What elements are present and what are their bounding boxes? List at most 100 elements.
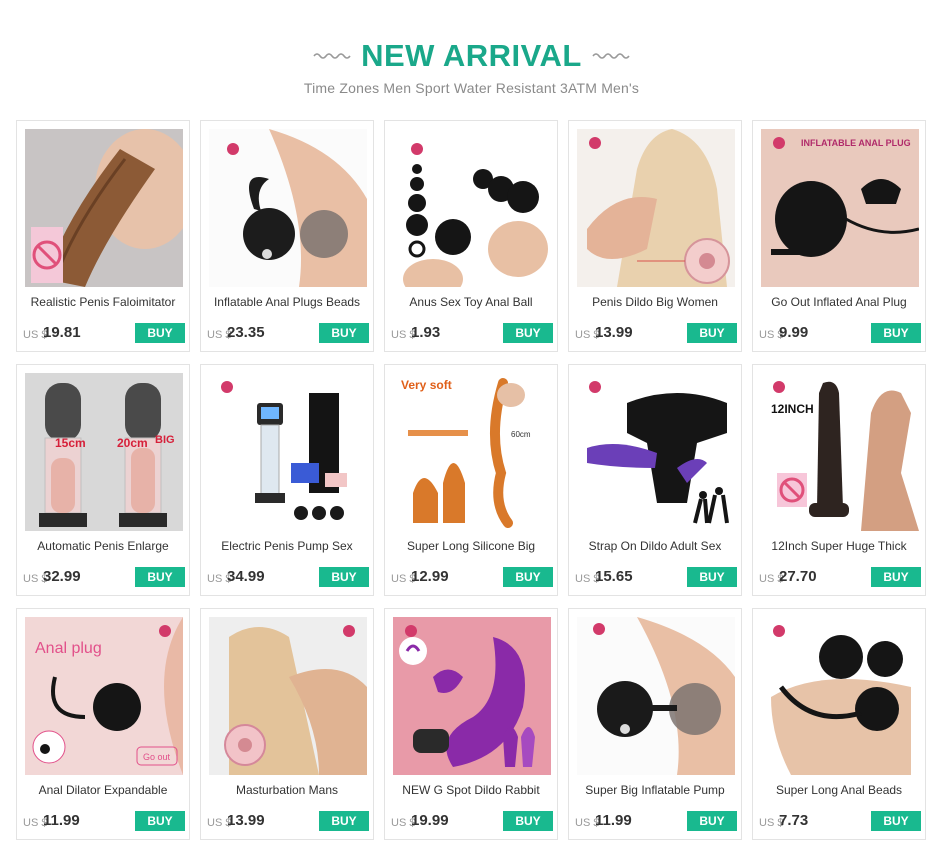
price-row: US $ 19.81 BUY bbox=[23, 323, 185, 343]
price-amount: 13.99 bbox=[595, 324, 633, 341]
product-card[interactable]: Realistic Penis Faloimitator US $ 19.81 … bbox=[16, 120, 190, 352]
product-image[interactable] bbox=[393, 129, 551, 287]
image-caption: Very soft bbox=[401, 378, 452, 392]
price-row: US $ 15.65 BUY bbox=[575, 567, 737, 587]
product-name[interactable]: Realistic Penis Faloimitator bbox=[21, 295, 185, 309]
wave-ornament-right-icon bbox=[592, 53, 630, 59]
product-image[interactable] bbox=[209, 373, 367, 531]
product-card[interactable]: 12INCH 12Inch Super Huge Thick US $ 27.7… bbox=[752, 364, 926, 596]
price-row: US $ 7.73 BUY bbox=[759, 811, 921, 831]
product-card[interactable]: Inflatable Anal Plugs Beads US $ 23.35 B… bbox=[200, 120, 374, 352]
product-card[interactable]: Very soft 60cm Super Long Silicone Big U… bbox=[384, 364, 558, 596]
image-caption: 20cm bbox=[117, 436, 148, 450]
buy-button[interactable]: BUY bbox=[503, 811, 553, 831]
product-card[interactable]: Strap On Dildo Adult Sex US $ 15.65 BUY bbox=[568, 364, 742, 596]
price-amount: 34.99 bbox=[227, 568, 265, 585]
product-card[interactable]: Anal plug Go out Anal Dilator Expandable… bbox=[16, 608, 190, 840]
product-image[interactable] bbox=[761, 617, 919, 775]
buy-button[interactable]: BUY bbox=[135, 323, 185, 343]
price-amount: 19.99 bbox=[411, 812, 449, 829]
product-card[interactable]: Super Big Inflatable Pump US $ 11.99 BUY bbox=[568, 608, 742, 840]
wave-ornament-left-icon bbox=[313, 53, 351, 59]
price-row: US $ 11.99 BUY bbox=[575, 811, 737, 831]
product-image[interactable]: Anal plug Go out bbox=[25, 617, 183, 775]
buy-button[interactable]: BUY bbox=[135, 567, 185, 587]
price-row: US $ 12.99 BUY bbox=[391, 567, 553, 587]
price-row: US $ 13.99 BUY bbox=[207, 811, 369, 831]
product-image[interactable] bbox=[25, 129, 183, 287]
image-caption: 60cm bbox=[511, 430, 531, 439]
price-amount: 19.81 bbox=[43, 324, 81, 341]
price-amount: 11.99 bbox=[43, 812, 80, 829]
product-name[interactable]: 12Inch Super Huge Thick bbox=[757, 539, 921, 553]
product-image[interactable]: INFLATABLE ANAL PLUG bbox=[761, 129, 919, 287]
price-row: US $ 13.99 BUY bbox=[575, 323, 737, 343]
image-caption: BIG bbox=[155, 434, 175, 446]
buy-button[interactable]: BUY bbox=[319, 811, 369, 831]
product-image[interactable]: 12INCH bbox=[761, 373, 919, 531]
product-image[interactable] bbox=[577, 373, 735, 531]
buy-button[interactable]: BUY bbox=[503, 567, 553, 587]
product-image[interactable]: 15cm 20cm BIG bbox=[25, 373, 183, 531]
product-name[interactable]: Strap On Dildo Adult Sex bbox=[573, 539, 737, 553]
price-row: US $ 19.99 BUY bbox=[391, 811, 553, 831]
section-title: NEW ARRIVAL bbox=[361, 38, 582, 73]
price-amount: 23.35 bbox=[227, 324, 265, 341]
price-amount: 12.99 bbox=[411, 568, 449, 585]
product-name[interactable]: Super Long Silicone Big bbox=[389, 539, 553, 553]
product-card[interactable]: Masturbation Mans US $ 13.99 BUY bbox=[200, 608, 374, 840]
product-image[interactable] bbox=[393, 617, 551, 775]
product-image[interactable] bbox=[577, 617, 735, 775]
buy-button[interactable]: BUY bbox=[871, 567, 921, 587]
price-amount: 13.99 bbox=[227, 812, 265, 829]
product-card[interactable]: 15cm 20cm BIG Automatic Penis Enlarge US… bbox=[16, 364, 190, 596]
price-row: US $ 23.35 BUY bbox=[207, 323, 369, 343]
product-name[interactable]: Anal Dilator Expandable bbox=[21, 783, 185, 797]
image-caption: Go out bbox=[143, 752, 171, 762]
product-name[interactable]: Masturbation Mans bbox=[205, 783, 369, 797]
product-name[interactable]: NEW G Spot Dildo Rabbit bbox=[389, 783, 553, 797]
buy-button[interactable]: BUY bbox=[871, 811, 921, 831]
price-amount: 1.93 bbox=[411, 324, 441, 341]
price-amount: 32.99 bbox=[43, 568, 81, 585]
price-amount: 11.99 bbox=[595, 812, 632, 829]
product-name[interactable]: Penis Dildo Big Women bbox=[573, 295, 737, 309]
product-card[interactable]: NEW G Spot Dildo Rabbit US $ 19.99 BUY bbox=[384, 608, 558, 840]
product-card[interactable]: INFLATABLE ANAL PLUG Go Out Inflated Ana… bbox=[752, 120, 926, 352]
product-name[interactable]: Super Big Inflatable Pump bbox=[573, 783, 737, 797]
product-image[interactable] bbox=[209, 617, 367, 775]
buy-button[interactable]: BUY bbox=[871, 323, 921, 343]
buy-button[interactable]: BUY bbox=[687, 323, 737, 343]
product-name[interactable]: Anus Sex Toy Anal Ball bbox=[389, 295, 553, 309]
section-header: NEW ARRIVAL Time Zones Men Sport Water R… bbox=[0, 36, 943, 96]
buy-button[interactable]: BUY bbox=[319, 323, 369, 343]
price-row: US $ 11.99 BUY bbox=[23, 811, 185, 831]
product-image[interactable] bbox=[577, 129, 735, 287]
price-row: US $ 1.93 BUY bbox=[391, 323, 553, 343]
image-caption: 15cm bbox=[55, 436, 86, 450]
product-name[interactable]: Go Out Inflated Anal Plug bbox=[757, 295, 921, 309]
product-image[interactable]: Very soft 60cm bbox=[393, 373, 551, 531]
product-card[interactable]: Super Long Anal Beads US $ 7.73 BUY bbox=[752, 608, 926, 840]
price-row: US $ 32.99 BUY bbox=[23, 567, 185, 587]
product-card[interactable]: Anus Sex Toy Anal Ball US $ 1.93 BUY bbox=[384, 120, 558, 352]
product-name[interactable]: Automatic Penis Enlarge bbox=[21, 539, 185, 553]
buy-button[interactable]: BUY bbox=[687, 811, 737, 831]
buy-button[interactable]: BUY bbox=[503, 323, 553, 343]
product-name[interactable]: Inflatable Anal Plugs Beads bbox=[205, 295, 369, 309]
buy-button[interactable]: BUY bbox=[687, 567, 737, 587]
product-card[interactable]: Penis Dildo Big Women US $ 13.99 BUY bbox=[568, 120, 742, 352]
price-row: US $ 34.99 BUY bbox=[207, 567, 369, 587]
price-amount: 7.73 bbox=[779, 812, 809, 829]
product-card[interactable]: Electric Penis Pump Sex US $ 34.99 BUY bbox=[200, 364, 374, 596]
product-name[interactable]: Electric Penis Pump Sex bbox=[205, 539, 369, 553]
price-amount: 27.70 bbox=[779, 568, 817, 585]
product-image[interactable] bbox=[209, 129, 367, 287]
buy-button[interactable]: BUY bbox=[319, 567, 369, 587]
buy-button[interactable]: BUY bbox=[135, 811, 185, 831]
price-row: US $ 9.99 BUY bbox=[759, 323, 921, 343]
image-caption: INFLATABLE ANAL PLUG bbox=[801, 138, 911, 148]
product-name[interactable]: Super Long Anal Beads bbox=[757, 783, 921, 797]
image-caption: 12INCH bbox=[771, 402, 814, 416]
image-caption: Anal plug bbox=[35, 640, 102, 657]
